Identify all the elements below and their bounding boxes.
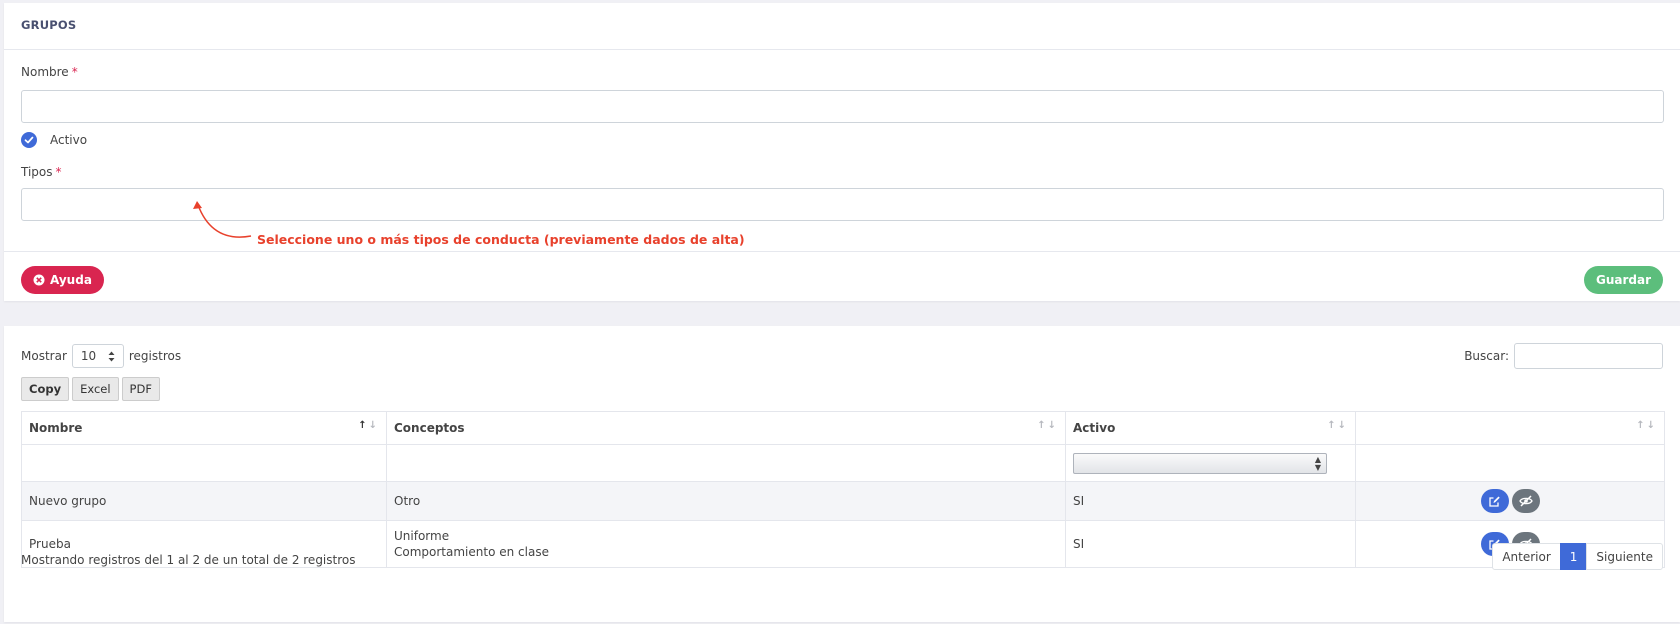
- help-button-label: Ayuda: [50, 273, 92, 287]
- groups-table-card: Mostrar 10 registros Buscar: Copy Excel …: [4, 326, 1680, 622]
- table-row: Nuevo grupo Otro SI: [21, 481, 1665, 521]
- page-1-button[interactable]: 1: [1559, 543, 1588, 570]
- column-header-label: Conceptos: [394, 421, 465, 435]
- pdf-button[interactable]: PDF: [121, 377, 160, 401]
- select-arrows-icon: ▲ ▼: [1314, 454, 1321, 472]
- save-button[interactable]: Guardar: [1583, 266, 1663, 294]
- cell-conceptos: Uniforme Comportamiento en clase: [386, 520, 1066, 568]
- tipos-label-text: Tipos: [21, 165, 53, 179]
- prev-page-button[interactable]: Anterior: [1492, 543, 1561, 570]
- edit-button[interactable]: [1480, 489, 1509, 513]
- filter-row: ▲ ▼: [21, 444, 1665, 482]
- required-mark: *: [71, 65, 78, 79]
- activo-checkbox-row[interactable]: Activo: [21, 132, 87, 148]
- search-control: Buscar:: [1464, 343, 1663, 369]
- copy-button[interactable]: Copy: [21, 377, 70, 401]
- tipos-hint: Seleccione uno o más tipos de conducta (…: [257, 232, 745, 247]
- edit-icon: [1489, 496, 1500, 507]
- activo-label: Activo: [50, 133, 88, 147]
- column-header-label: Activo: [1073, 421, 1116, 435]
- tipos-input[interactable]: [21, 188, 1664, 221]
- filter-cell: [1355, 444, 1665, 482]
- column-header-label: Nombre: [29, 421, 83, 435]
- required-mark: *: [55, 165, 62, 179]
- filter-cell: ▲ ▼: [1065, 444, 1356, 482]
- sort-icon: ↑↓: [1037, 420, 1058, 431]
- cell-activo: SI: [1065, 481, 1356, 521]
- concept-item: Otro: [394, 494, 421, 508]
- filter-cell: [21, 444, 387, 482]
- close-circle-icon: [33, 274, 45, 286]
- page-length-control: Mostrar 10 registros: [21, 344, 181, 368]
- next-page-button[interactable]: Siguiente: [1586, 543, 1663, 570]
- nombre-label: Nombre *: [21, 65, 78, 79]
- cell-nombre: Nuevo grupo: [21, 481, 387, 521]
- nombre-input[interactable]: [21, 90, 1664, 123]
- page-length-value: 10: [80, 349, 97, 363]
- activo-checkbox[interactable]: [21, 132, 37, 148]
- export-buttons: Copy Excel PDF: [21, 377, 163, 401]
- nombre-label-text: Nombre: [21, 65, 69, 79]
- concept-item: Uniforme: [394, 529, 450, 543]
- card-footer: Ayuda Guardar: [4, 251, 1680, 301]
- show-label: Mostrar: [21, 349, 67, 363]
- table-header-row: Nombre ↑↓ Conceptos ↑↓ Activo ↑↓ ↑↓: [21, 411, 1665, 445]
- sort-icon: ↑↓: [1636, 420, 1657, 431]
- concept-item: Comportamiento en clase: [394, 545, 549, 559]
- check-icon: [24, 136, 34, 144]
- sort-icon: ↑↓: [358, 420, 379, 431]
- pagination: Anterior 1 Siguiente: [1492, 543, 1663, 570]
- filter-cell: [386, 444, 1066, 482]
- page-length-select[interactable]: 10: [71, 344, 124, 368]
- excel-button[interactable]: Excel: [72, 377, 119, 401]
- cell-actions: [1355, 481, 1665, 521]
- search-input[interactable]: [1514, 343, 1663, 369]
- search-label: Buscar:: [1464, 349, 1509, 363]
- hide-button[interactable]: [1511, 489, 1540, 513]
- column-header-actions[interactable]: ↑↓: [1355, 411, 1665, 445]
- groups-table: Nombre ↑↓ Conceptos ↑↓ Activo ↑↓ ↑↓ ▲ ▼ …: [21, 411, 1665, 568]
- records-label: registros: [128, 349, 182, 363]
- column-header-activo[interactable]: Activo ↑↓: [1065, 411, 1356, 445]
- help-button[interactable]: Ayuda: [21, 266, 104, 294]
- select-arrows-icon: [108, 351, 115, 361]
- column-header-nombre[interactable]: Nombre ↑↓: [21, 411, 387, 445]
- group-form-card: GRUPOS Nombre * Activo Tipos * Seleccione …: [4, 3, 1680, 301]
- hint-arrow-icon: [193, 201, 252, 238]
- table-info: Mostrando registros del 1 al 2 de un tot…: [21, 553, 356, 567]
- activo-filter-select[interactable]: ▲ ▼: [1073, 452, 1327, 474]
- eye-slash-icon: [1518, 495, 1533, 507]
- cell-conceptos: Otro: [386, 481, 1066, 521]
- column-header-conceptos[interactable]: Conceptos ↑↓: [386, 411, 1066, 445]
- cell-activo: SI: [1065, 520, 1356, 568]
- card-header: GRUPOS: [4, 3, 1680, 50]
- sort-icon: ↑↓: [1327, 420, 1348, 431]
- tipos-label: Tipos *: [21, 165, 62, 179]
- page-title: GRUPOS: [21, 18, 77, 32]
